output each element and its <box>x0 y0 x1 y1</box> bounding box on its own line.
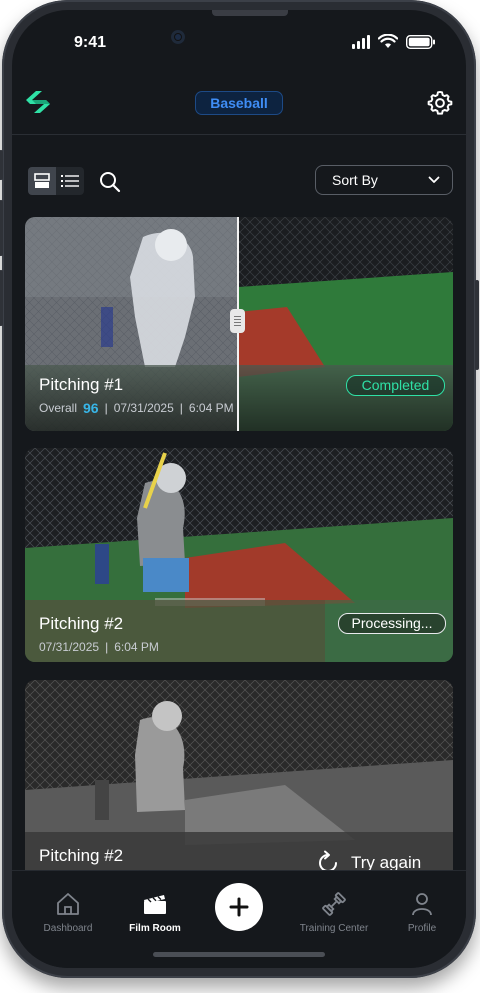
tab-profile[interactable]: Profile <box>377 891 466 934</box>
status-icons <box>352 34 436 49</box>
card-time: 6:04 PM <box>188 401 234 415</box>
view-mode-toggle <box>28 167 84 195</box>
wifi-icon <box>378 34 398 48</box>
tab-label: Profile <box>407 923 437 934</box>
card-date: 07/31/2025 <box>113 401 174 415</box>
phone-frame: 9:41 Baseball Sort By Pitching #1 Overal… <box>0 0 479 978</box>
search-icon[interactable] <box>98 170 122 194</box>
battery-icon <box>406 34 435 49</box>
tab-film-room[interactable]: Film Room <box>110 891 200 934</box>
card-title: Pitching #1 <box>39 375 124 394</box>
overall-label: Overall <box>39 401 78 415</box>
sort-dropdown[interactable]: Sort By <box>315 165 453 195</box>
session-card[interactable]: Pitching #2 Try again <box>25 680 453 880</box>
plus-icon <box>229 897 249 917</box>
volume-down-button <box>0 270 3 326</box>
tab-training-center[interactable]: Training Center <box>289 891 379 934</box>
session-card[interactable]: Pitching #2 07/31/2025 | 6:04 PM Process… <box>25 448 453 662</box>
meta-separator: | <box>179 401 183 415</box>
header-divider <box>12 134 466 135</box>
card-meta: Overall 96 | 07/31/2025 | 6:04 PM <box>39 400 234 416</box>
front-camera <box>171 30 185 44</box>
card-date: 07/31/2025 <box>39 640 100 654</box>
power-button <box>475 280 479 370</box>
home-indicator <box>153 952 325 957</box>
card-view-button[interactable] <box>28 167 56 195</box>
chevron-down-icon <box>428 176 440 183</box>
tab-label: Training Center <box>299 923 369 934</box>
app-logo-icon[interactable] <box>22 88 56 118</box>
tab-dashboard[interactable]: Dashboard <box>23 891 113 934</box>
status-time: 9:41 <box>74 34 107 51</box>
volume-up-button <box>0 200 3 256</box>
dumbbell-icon <box>322 892 346 916</box>
list-view-icon <box>61 175 79 187</box>
tab-label: Film Room <box>129 923 181 934</box>
meta-separator: | <box>104 401 108 415</box>
status-badge: Completed <box>346 375 445 396</box>
person-icon <box>412 893 432 916</box>
card-meta: 07/31/2025 | 6:04 PM <box>39 640 159 654</box>
mute-switch <box>0 150 3 180</box>
list-view-button[interactable] <box>56 167 84 195</box>
home-icon <box>57 893 79 915</box>
sport-selector[interactable]: Baseball <box>195 91 283 115</box>
meta-separator: | <box>105 640 109 654</box>
add-session-button[interactable] <box>215 883 263 931</box>
cellular-signal-icon <box>352 34 370 49</box>
sort-label: Sort By <box>332 172 378 188</box>
session-card[interactable]: Pitching #1 Overall 96 | 07/31/2025 | 6:… <box>25 217 453 431</box>
comparison-slider-handle[interactable] <box>230 309 245 333</box>
settings-gear-icon[interactable] <box>427 90 453 116</box>
card-title: Pitching #2 <box>39 614 124 633</box>
overall-score: 96 <box>83 400 99 416</box>
card-time: 6:04 PM <box>114 640 159 654</box>
tab-label: Dashboard <box>43 923 93 934</box>
app-screen: 9:41 Baseball Sort By Pitching #1 Overal… <box>12 10 466 968</box>
card-title: Pitching #2 <box>39 846 124 865</box>
card-view-icon <box>34 173 50 188</box>
clapperboard-icon <box>144 895 166 914</box>
speaker <box>212 10 288 16</box>
status-badge: Processing... <box>338 613 446 634</box>
